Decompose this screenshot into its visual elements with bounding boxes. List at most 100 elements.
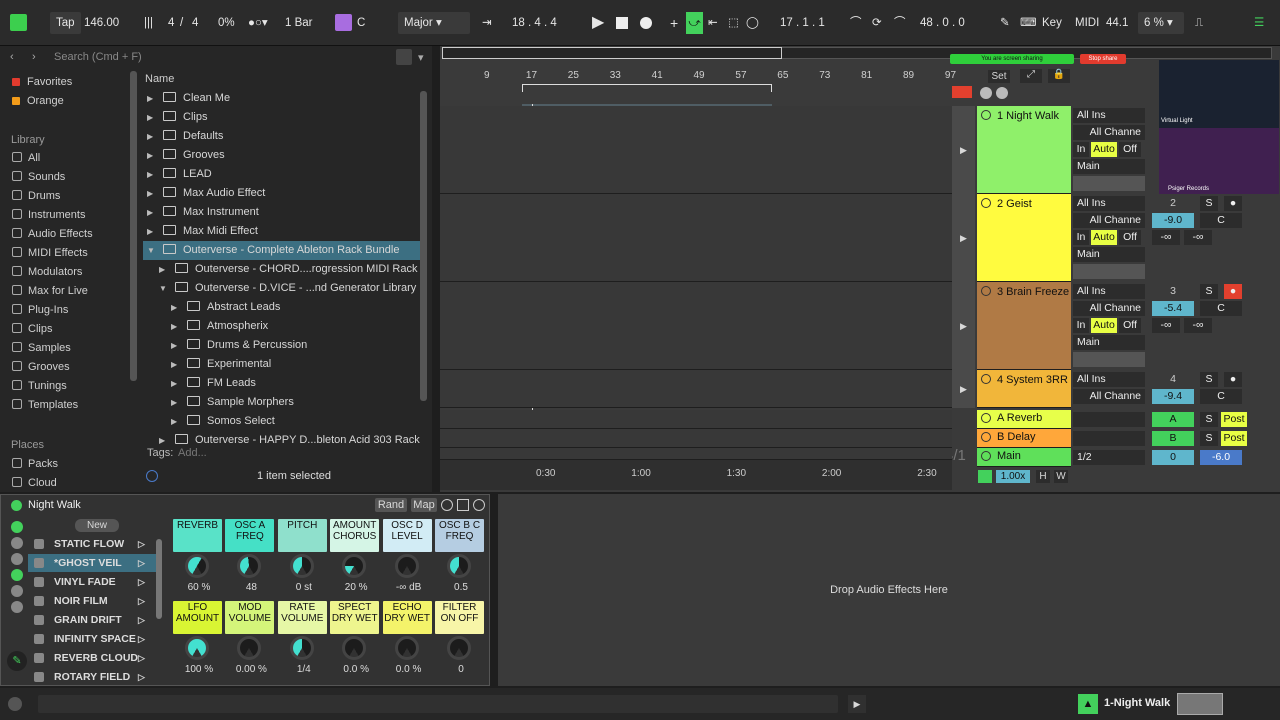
- post-button[interactable]: Post: [1221, 412, 1247, 427]
- macro-label[interactable]: LFO AMOUNT: [173, 601, 222, 634]
- track-lane[interactable]: [440, 370, 952, 408]
- file-list-item[interactable]: ▶ Max Midi Effect: [147, 222, 258, 241]
- output-select[interactable]: Main: [1073, 159, 1145, 174]
- audio-effects-drop-zone[interactable]: Drop Audio Effects Here: [498, 494, 1280, 686]
- preset-save-icon[interactable]: [34, 672, 44, 682]
- track-lane[interactable]: [440, 106, 952, 194]
- post-button[interactable]: Post: [1221, 431, 1247, 446]
- expand-icon[interactable]: ▶: [147, 89, 157, 108]
- monitor-in-button[interactable]: In: [1073, 142, 1089, 157]
- info-icon[interactable]: [146, 470, 158, 482]
- file-list-item[interactable]: ▶ Max Audio Effect: [147, 184, 265, 203]
- file-list-item[interactable]: ▼ Outerverse - Complete Ableton Rack Bund…: [143, 241, 420, 260]
- solo-button[interactable]: S: [1200, 412, 1218, 427]
- track-activator-icon[interactable]: [981, 198, 991, 208]
- monitor-off-button[interactable]: Off: [1119, 230, 1141, 245]
- preset-play-icon[interactable]: ▷: [138, 573, 145, 591]
- track-activator-icon[interactable]: [981, 286, 991, 296]
- monitor-off-button[interactable]: Off: [1119, 318, 1141, 333]
- pan-field[interactable]: C: [1200, 301, 1242, 316]
- w-toggle[interactable]: W: [1054, 470, 1068, 483]
- midi-map-label[interactable]: MIDI: [1075, 12, 1099, 34]
- map-button[interactable]: Map: [411, 498, 437, 512]
- preset-item[interactable]: STATIC FLOW ▷: [28, 535, 156, 553]
- rack-side-controls[interactable]: [9, 521, 25, 671]
- return-output-select[interactable]: [1073, 431, 1145, 446]
- macro-label[interactable]: REVERB: [173, 519, 222, 552]
- metronome-icon[interactable]: |||: [144, 12, 153, 34]
- solo-button[interactable]: S: [1200, 284, 1218, 299]
- zoom-out-icon[interactable]: [11, 553, 23, 565]
- preset-scrollbar[interactable]: [156, 539, 162, 619]
- macros-toggle-icon[interactable]: [11, 569, 23, 581]
- time-ruler[interactable]: [440, 460, 952, 490]
- expand-icon[interactable]: ▶: [147, 146, 157, 165]
- expand-icon[interactable]: ▶: [147, 203, 157, 222]
- new-variation-button[interactable]: New: [75, 519, 119, 532]
- stop-share-button[interactable]: Stop share: [1080, 54, 1126, 64]
- prev-locator-icon[interactable]: [980, 87, 992, 99]
- next-locator-icon[interactable]: [996, 87, 1008, 99]
- key-map-label[interactable]: Key: [1042, 12, 1062, 34]
- set-button[interactable]: Set: [988, 70, 1010, 83]
- automation-arm-icon[interactable]: ⤻: [686, 12, 703, 34]
- place-cloud[interactable]: Cloud: [12, 477, 57, 489]
- arm-button[interactable]: ●: [1224, 284, 1242, 299]
- macro-variations-icon[interactable]: [441, 499, 453, 511]
- macro-knob[interactable]: [342, 636, 367, 660]
- quantize-select[interactable]: 1 Bar: [285, 12, 313, 34]
- volume-field[interactable]: -9.4: [1152, 389, 1194, 404]
- macro-label[interactable]: PITCH: [277, 519, 327, 552]
- save-preset-icon[interactable]: [457, 499, 469, 511]
- expand-icon[interactable]: ▶: [171, 412, 181, 431]
- meter-denominator[interactable]: 4: [192, 12, 198, 34]
- clip-play-icon[interactable]: ▶: [848, 695, 866, 713]
- file-list-item[interactable]: ▶ Sample Morphers: [171, 393, 294, 412]
- expand-icon[interactable]: ▶: [147, 184, 157, 203]
- track-activator-icon[interactable]: [981, 374, 991, 384]
- macro-knob[interactable]: [394, 636, 419, 660]
- macro-knob[interactable]: [237, 554, 262, 578]
- menu-icon[interactable]: ☰: [1254, 12, 1264, 34]
- track-fold-icon[interactable]: ▶: [952, 106, 975, 194]
- macro-knob[interactable]: [289, 554, 314, 578]
- chain-toggle-icon[interactable]: [11, 521, 23, 533]
- track-fold-icon[interactable]: ▶: [952, 194, 975, 282]
- monitor-off-button[interactable]: Off: [1119, 142, 1141, 157]
- loop-length-field[interactable]: 48 . 0 . 0: [920, 12, 965, 34]
- keyboard-icon[interactable]: ⌨: [1020, 12, 1037, 34]
- track-header[interactable]: 3 Brain Freeze: [977, 282, 1071, 370]
- file-list-item[interactable]: ▶ Clips: [147, 108, 207, 127]
- song-position[interactable]: 18 . 4 . 4: [512, 12, 557, 34]
- return-track-header[interactable]: B Delay: [977, 429, 1071, 448]
- expand-icon[interactable]: ▶: [171, 317, 181, 336]
- preset-item[interactable]: ROTARY FIELD ▷: [28, 668, 156, 686]
- loop-start-field[interactable]: 17 . 1 . 1: [780, 12, 825, 34]
- expand-icon[interactable]: ▶: [147, 222, 157, 241]
- track-activator-icon[interactable]: [981, 451, 991, 461]
- macro-label[interactable]: ECHO DRY WET: [382, 601, 432, 634]
- file-list-item[interactable]: ▶ Experimental: [171, 355, 271, 374]
- status-track-icon[interactable]: ▲: [1078, 694, 1098, 714]
- macro-knob[interactable]: [447, 554, 471, 578]
- preset-save-icon[interactable]: [34, 653, 44, 663]
- macro-label[interactable]: RATE VOLUME: [277, 601, 327, 634]
- input-channel-select[interactable]: All Channe: [1073, 389, 1145, 404]
- tempo-field[interactable]: 146.00: [84, 12, 119, 34]
- send-a-field[interactable]: -∞: [1152, 230, 1180, 245]
- solo-button[interactable]: S: [1200, 196, 1218, 211]
- solo-button[interactable]: S: [1200, 431, 1218, 446]
- preset-play-icon[interactable]: ▷: [138, 611, 145, 629]
- metronome-toggle-icon[interactable]: ●○▾: [248, 12, 268, 34]
- play-icon[interactable]: ▶: [592, 12, 604, 34]
- key-select[interactable]: C: [357, 12, 365, 34]
- macro-knob[interactable]: [237, 636, 262, 660]
- punch-out-icon[interactable]: ⌒: [894, 12, 906, 34]
- monitor-in-button[interactable]: In: [1073, 230, 1089, 245]
- swing-field[interactable]: 0%: [218, 12, 235, 34]
- zoom-icon[interactable]: [978, 470, 992, 483]
- file-list-item[interactable]: ▶ FM Leads: [171, 374, 256, 393]
- preset-play-icon[interactable]: ▷: [138, 649, 145, 667]
- macro-knob[interactable]: [185, 636, 209, 660]
- app-logo-icon[interactable]: [10, 14, 27, 31]
